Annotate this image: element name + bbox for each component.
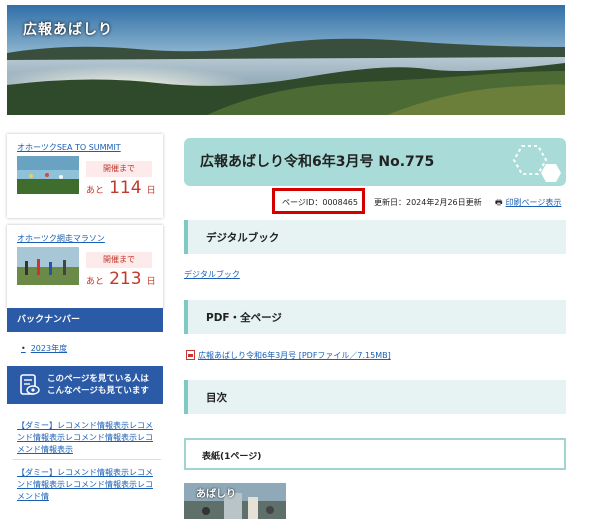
cover-thumbnail[interactable]: あばしり (184, 483, 286, 519)
backnumber-heading: バックナンバー (7, 308, 163, 332)
days-remaining: あと 213 日 (86, 269, 156, 289)
event-link[interactable]: オホーツクSEA TO SUMMIT (17, 142, 121, 153)
section-heading-text: 目次 (206, 392, 227, 404)
recommend-link[interactable]: 【ダミー】レコメンド情報表示レコメンド情報表示レコメンド情報表示レコメンド情報表… (17, 420, 159, 456)
recommend-heading-line2: こんなページも見ています (47, 386, 149, 396)
event-countdown-card[interactable]: オホーツクSEA TO SUMMIT 開催まで あと 114 日 (7, 134, 163, 218)
print-page-link[interactable]: 印刷ページ表示 (506, 198, 562, 207)
page-title-box: 広報あばしり令和6年3月号 No.775 (184, 138, 566, 186)
event-photo (17, 156, 79, 194)
pdf-file-link[interactable]: 広報あばしり令和6年3月号 [PDFファイル／7.15MB] (198, 350, 391, 361)
status-badge: 開催まで (86, 252, 152, 268)
digital-book-link[interactable]: デジタルブック (184, 269, 240, 280)
hexagon-decoration-icon (512, 145, 561, 182)
section-heading-digital: デジタルブック (184, 220, 566, 254)
recommend-heading-line1: このページを見ている人は (47, 374, 149, 384)
divider (13, 459, 161, 460)
site-title[interactable]: 広報あばしり (23, 19, 113, 39)
section-heading-text: PDF・全ページ (206, 312, 282, 324)
printer-icon: 🖶 (495, 198, 503, 207)
status-badge: 開催まで (86, 161, 152, 177)
cover-heading-box: 表紙(1ページ) (184, 438, 566, 470)
document-eye-icon (20, 374, 40, 395)
event-link[interactable]: オホーツク網走マラソン (17, 233, 105, 244)
page-id: ページID：0008465 (282, 198, 358, 207)
section-heading-pdf: PDF・全ページ (184, 300, 566, 334)
header-banner: 広報あばしり (7, 5, 565, 115)
pdf-icon (186, 350, 195, 360)
event-countdown-card[interactable]: オホーツク網走マラソン 開催まで あと 213 日 (7, 225, 163, 309)
page-title: 広報あばしり令和6年3月号 No.775 (200, 154, 435, 170)
event-photo (17, 247, 79, 285)
cover-thumbnail-title: あばしり (196, 489, 236, 500)
backnumber-link[interactable]: 2023年度 (21, 343, 67, 354)
updated-date: 更新日：2024年2月26日更新 (374, 198, 482, 207)
recommend-heading: このページを見ている人は こんなページも見ています (7, 366, 163, 404)
section-heading-toc: 目次 (184, 380, 566, 414)
print-link[interactable]: 🖶 印刷ページ表示 (495, 197, 561, 211)
cover-heading: 表紙(1ページ) (202, 452, 262, 462)
section-heading-text: デジタルブック (206, 232, 280, 244)
recommend-link[interactable]: 【ダミー】レコメンド情報表示レコメンド情報表示レコメンド情報表示レコメンド情 (17, 467, 159, 503)
days-remaining: あと 114 日 (86, 178, 156, 198)
